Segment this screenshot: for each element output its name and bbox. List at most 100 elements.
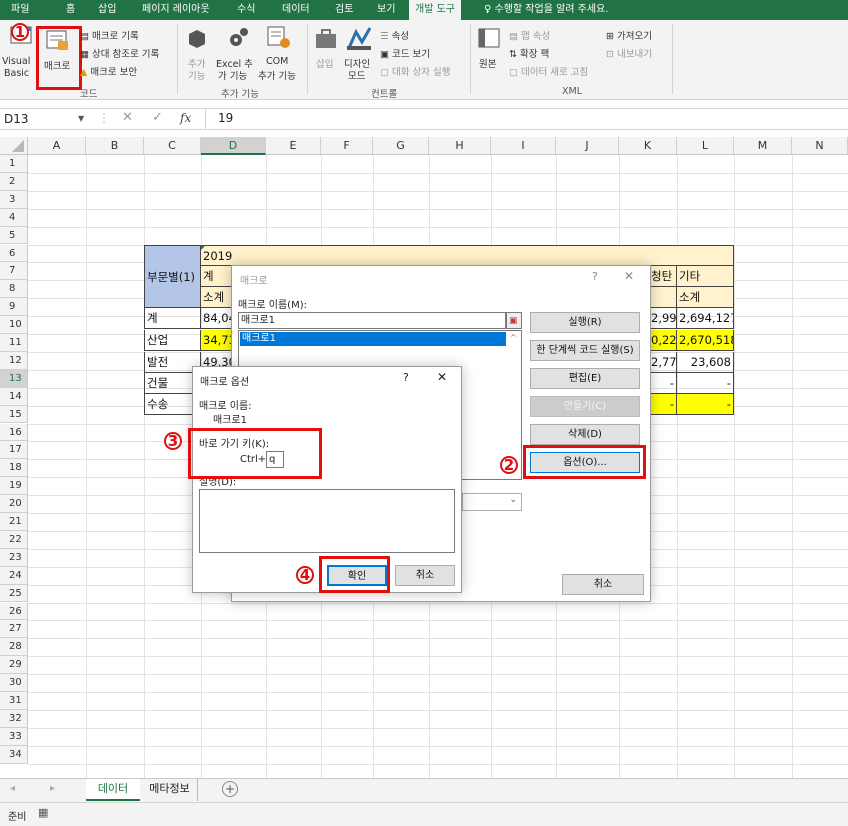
row-header[interactable]: 11: [0, 334, 28, 352]
properties-button[interactable]: ☰ 속성: [380, 28, 409, 42]
column-header[interactable]: C: [144, 137, 201, 155]
row-header[interactable]: 16: [0, 423, 28, 442]
row-header[interactable]: 1: [0, 155, 28, 173]
value-cell[interactable]: -: [677, 394, 734, 415]
function-icon[interactable]: fx: [180, 111, 191, 125]
view-code-button[interactable]: ▣ 코드 보기: [380, 46, 430, 60]
row-header[interactable]: 23: [0, 548, 28, 567]
column-header[interactable]: F: [321, 137, 373, 155]
value-cell[interactable]: 34,73: [201, 330, 233, 351]
value-cell[interactable]: 84,04: [201, 308, 233, 329]
value-cell[interactable]: 2,994: [649, 308, 677, 329]
column-header[interactable]: H: [429, 137, 491, 155]
macro-name-input[interactable]: 매크로1: [238, 312, 506, 329]
row-header[interactable]: 29: [0, 656, 28, 675]
tab-file[interactable]: 파일: [11, 0, 29, 20]
run-button[interactable]: 실행(R): [530, 312, 640, 333]
record-macro-button[interactable]: ▤ 매크로 기록: [80, 28, 139, 42]
macro-cancel-button[interactable]: 취소: [562, 574, 644, 595]
row-header[interactable]: 10: [0, 316, 28, 334]
name-box[interactable]: D13 ▼: [4, 111, 92, 127]
row-header[interactable]: 22: [0, 530, 28, 549]
tab-developer[interactable]: 개발 도구: [409, 0, 461, 20]
excel-addins-button[interactable]: Excel 추 가 기능: [216, 24, 256, 82]
column-header[interactable]: L: [677, 137, 734, 155]
refresh-data-button[interactable]: ▢ 데이터 새로 고침: [509, 64, 588, 78]
cancel-icon[interactable]: ✕: [122, 110, 133, 125]
row-header[interactable]: 3: [0, 190, 28, 209]
scroll-right-icon[interactable]: ▸: [50, 783, 55, 794]
tab-page-layout[interactable]: 페이지 레이아웃: [142, 0, 210, 20]
expansion-packs-button[interactable]: ⇅ 확장 팩: [509, 46, 549, 60]
description-input[interactable]: [199, 489, 455, 553]
xml-import-button[interactable]: ⊞ 가져오기: [606, 28, 652, 42]
row-header[interactable]: 34: [0, 745, 28, 764]
macro-record-status-icon[interactable]: ▦: [38, 806, 48, 819]
tab-formulas[interactable]: 수식: [237, 0, 255, 20]
row-header[interactable]: 9: [0, 298, 28, 317]
value-cell[interactable]: 2,773: [649, 352, 677, 373]
scroll-up-icon[interactable]: ^: [510, 333, 517, 342]
com-addins-button[interactable]: COM 추가 기능: [258, 24, 302, 82]
help-button[interactable]: ?: [592, 270, 598, 283]
xml-export-button[interactable]: ⊡ 내보내기: [606, 46, 652, 60]
add-sheet-icon[interactable]: +: [222, 781, 238, 797]
close-icon[interactable]: ✕: [624, 269, 634, 283]
options-help-button[interactable]: ?: [403, 371, 409, 384]
addins-button[interactable]: 추가 기능: [184, 24, 212, 82]
range-select-button[interactable]: ▣: [506, 312, 522, 329]
edit-button[interactable]: 편집(E): [530, 368, 640, 389]
enter-icon[interactable]: ✓: [152, 110, 163, 125]
row-header[interactable]: 31: [0, 692, 28, 710]
value-cell[interactable]: -: [677, 373, 734, 394]
value-cell[interactable]: -: [649, 394, 677, 415]
macro-security-button[interactable]: ▲ 매크로 보안: [80, 64, 137, 78]
row-header[interactable]: 7: [0, 262, 28, 281]
row-header[interactable]: 6: [0, 244, 28, 263]
row-header[interactable]: 14: [0, 387, 28, 406]
row-header[interactable]: 2: [0, 172, 28, 191]
value-cell[interactable]: 2,670,518: [677, 330, 734, 351]
options-close-icon[interactable]: ✕: [437, 370, 447, 384]
column-header[interactable]: A: [28, 137, 86, 155]
column-header[interactable]: D: [201, 137, 266, 155]
scroll-left-icon[interactable]: ◂: [10, 783, 15, 794]
step-into-button[interactable]: 한 단계씩 코드 실행(S): [530, 340, 640, 361]
col-k-sub-cell[interactable]: [649, 287, 677, 308]
row-label-cell[interactable]: 계: [144, 308, 201, 329]
column-header[interactable]: M: [734, 137, 792, 155]
sheet-tab-data[interactable]: 데이터: [86, 779, 140, 801]
tab-view[interactable]: 보기: [377, 0, 395, 20]
options-cancel-button[interactable]: 취소: [395, 565, 455, 586]
xml-source-button[interactable]: 원본: [474, 24, 504, 80]
col-k-header-cell[interactable]: 청탄: [649, 266, 677, 287]
subtotal-header-cell[interactable]: 소계: [201, 287, 233, 308]
sheet-tab-meta[interactable]: 메타정보: [142, 779, 198, 801]
value-cell[interactable]: 23,608: [677, 352, 734, 373]
value-cell[interactable]: 2,694,127: [677, 308, 734, 329]
tab-data[interactable]: 데이터: [282, 0, 310, 20]
column-header[interactable]: B: [86, 137, 144, 155]
list-item[interactable]: 매크로1: [240, 332, 506, 346]
row-header[interactable]: 32: [0, 709, 28, 728]
col-l-header-cell[interactable]: 기타: [677, 266, 734, 287]
row-header[interactable]: 5: [0, 226, 28, 245]
insert-control-button[interactable]: 삽입: [312, 24, 340, 80]
row-header[interactable]: 18: [0, 459, 28, 478]
row-header[interactable]: 13: [0, 369, 28, 388]
column-header[interactable]: E: [266, 137, 321, 155]
map-properties-button[interactable]: ▤ 맵 속성: [509, 28, 550, 42]
row-header[interactable]: 21: [0, 513, 28, 531]
column-header[interactable]: I: [491, 137, 556, 155]
tab-home[interactable]: 홈: [66, 0, 75, 20]
formula-input[interactable]: 19: [218, 111, 233, 125]
value-cell[interactable]: 0,221: [649, 330, 677, 351]
value-cell[interactable]: -: [649, 373, 677, 394]
col-l-sub-cell[interactable]: 소계: [677, 287, 734, 308]
column-header[interactable]: N: [792, 137, 848, 155]
row-header[interactable]: 17: [0, 441, 28, 460]
row-header[interactable]: 27: [0, 620, 28, 639]
tell-me-box[interactable]: ♀ 수행할 작업을 알려 주세요.: [484, 0, 608, 20]
relative-ref-button[interactable]: ▦ 상대 참조로 기록: [80, 46, 159, 60]
row-header[interactable]: 19: [0, 477, 28, 496]
